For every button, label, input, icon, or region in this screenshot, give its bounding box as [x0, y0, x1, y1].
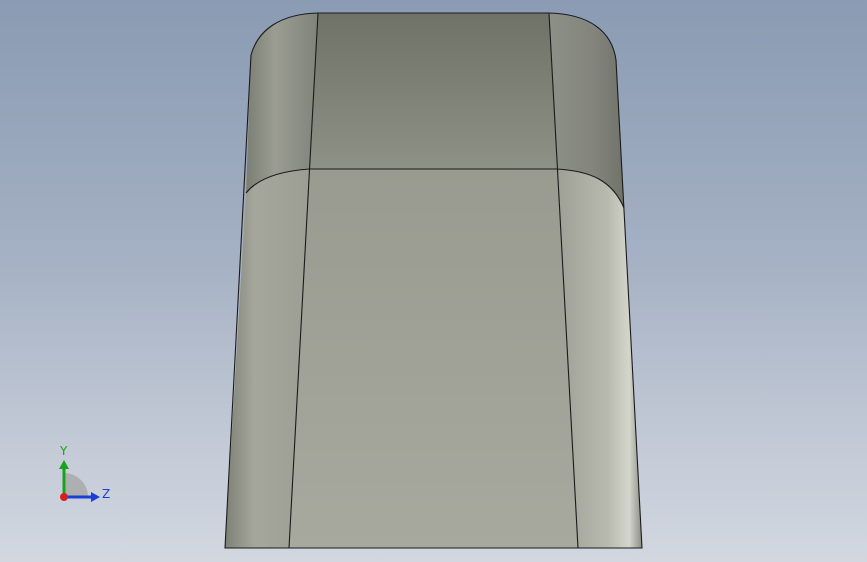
z-axis-arrow-icon: [91, 492, 100, 502]
upper-left-fillet-face: [246, 13, 318, 193]
part-model[interactable]: [0, 0, 867, 562]
z-axis-label: Z: [102, 487, 110, 501]
3d-viewport[interactable]: Y Z: [0, 0, 867, 562]
upper-front-face: [310, 13, 557, 169]
triad-arc-icon: [64, 473, 88, 497]
lower-front-face: [289, 169, 578, 548]
orientation-triad: Y Z: [50, 440, 120, 510]
y-axis-label: Y: [59, 444, 68, 458]
y-axis-arrow-icon: [59, 460, 69, 469]
origin-icon: [60, 493, 68, 501]
